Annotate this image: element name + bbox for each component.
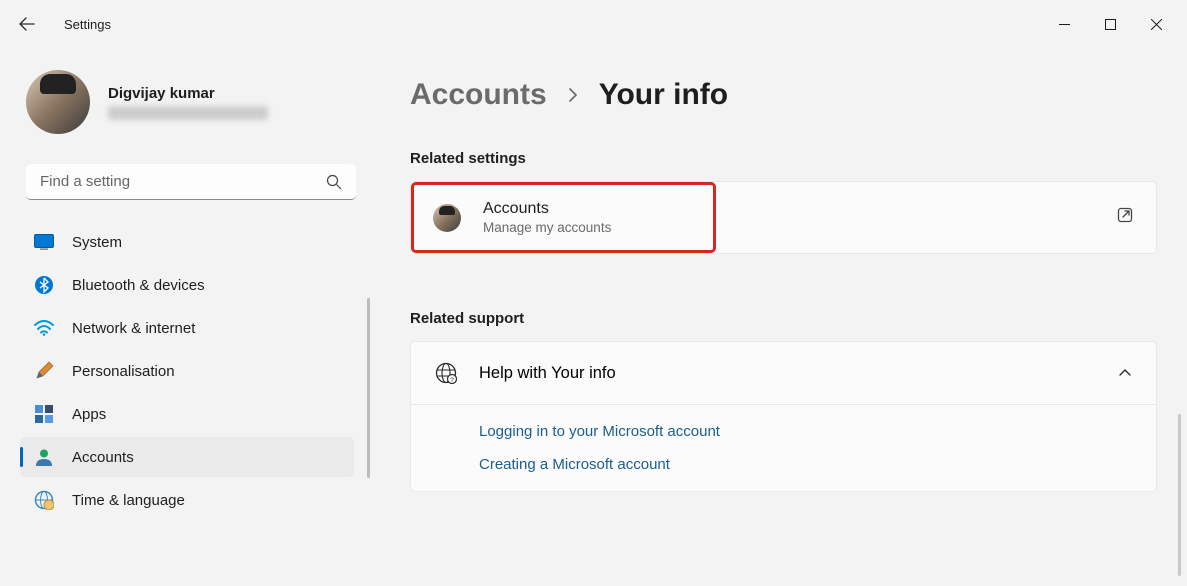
sidebar-item-label: Personalisation	[72, 363, 175, 380]
brush-icon	[34, 361, 54, 381]
content-scrollbar[interactable]	[1178, 414, 1181, 576]
sidebar-item-label: Time & language	[72, 492, 185, 509]
sidebar-item-apps[interactable]: Apps	[20, 394, 354, 434]
breadcrumb-current: Your info	[599, 78, 728, 112]
profile-block[interactable]: Digvijay kumar	[20, 48, 362, 158]
breadcrumb-parent[interactable]: Accounts	[410, 78, 547, 112]
support-header-title: Help with Your info	[479, 364, 616, 383]
apps-icon	[34, 404, 54, 424]
avatar	[26, 70, 90, 134]
chevron-right-icon	[567, 87, 579, 103]
sidebar-item-label: Apps	[72, 406, 106, 423]
titlebar: Settings	[0, 0, 1187, 48]
sidebar-nav: System Bluetooth & devices Network & int…	[20, 222, 362, 520]
open-external-icon	[1116, 206, 1134, 229]
sidebar-item-time[interactable]: Time & language	[20, 480, 354, 520]
minimize-icon	[1059, 19, 1070, 30]
related-support-title: Related support	[410, 310, 1157, 327]
sidebar-item-system[interactable]: System	[20, 222, 354, 262]
accounts-card[interactable]: Accounts Manage my accounts	[410, 181, 1157, 254]
card-subtitle: Manage my accounts	[483, 220, 611, 235]
clock-globe-icon	[34, 490, 54, 510]
support-header[interactable]: ? Help with Your info	[411, 342, 1156, 404]
search-input[interactable]	[26, 164, 356, 200]
profile-email-blurred	[108, 106, 268, 120]
minimize-button[interactable]	[1041, 8, 1087, 40]
sidebar-item-label: System	[72, 234, 122, 251]
sidebar-item-network[interactable]: Network & internet	[20, 308, 354, 348]
maximize-icon	[1105, 19, 1116, 30]
profile-name: Digvijay kumar	[108, 85, 268, 102]
globe-help-icon: ?	[435, 362, 457, 384]
search-box	[26, 164, 356, 200]
breadcrumb: Accounts Your info	[410, 48, 1157, 150]
support-link[interactable]: Logging in to your Microsoft account	[479, 423, 1156, 440]
maximize-button[interactable]	[1087, 8, 1133, 40]
sidebar-item-bluetooth[interactable]: Bluetooth & devices	[20, 265, 354, 305]
sidebar-item-label: Network & internet	[72, 320, 195, 337]
svg-text:?: ?	[450, 377, 454, 384]
sidebar: Digvijay kumar System Bluetooth & device…	[0, 48, 372, 586]
sidebar-item-label: Accounts	[72, 449, 134, 466]
support-link[interactable]: Creating a Microsoft account	[479, 456, 1156, 473]
bluetooth-icon	[34, 275, 54, 295]
close-button[interactable]	[1133, 8, 1179, 40]
close-icon	[1151, 19, 1162, 30]
sidebar-scrollbar[interactable]	[367, 298, 370, 478]
arrow-left-icon	[19, 16, 35, 32]
monitor-icon	[34, 232, 54, 252]
content: Accounts Your info Related settings Acco…	[372, 48, 1187, 586]
support-links: Logging in to your Microsoft account Cre…	[411, 404, 1156, 491]
avatar	[433, 204, 461, 232]
wifi-icon	[34, 318, 54, 338]
search-icon	[326, 174, 342, 190]
sidebar-item-label: Bluetooth & devices	[72, 277, 205, 294]
sidebar-item-accounts[interactable]: Accounts	[20, 437, 354, 477]
window-title: Settings	[64, 17, 111, 32]
person-icon	[34, 447, 54, 467]
related-settings-title: Related settings	[410, 150, 1157, 167]
back-button[interactable]	[8, 5, 46, 43]
sidebar-item-personalisation[interactable]: Personalisation	[20, 351, 354, 391]
support-card: ? Help with Your info Logging in to your…	[410, 341, 1157, 492]
chevron-up-icon	[1118, 366, 1132, 380]
card-title: Accounts	[483, 200, 611, 218]
